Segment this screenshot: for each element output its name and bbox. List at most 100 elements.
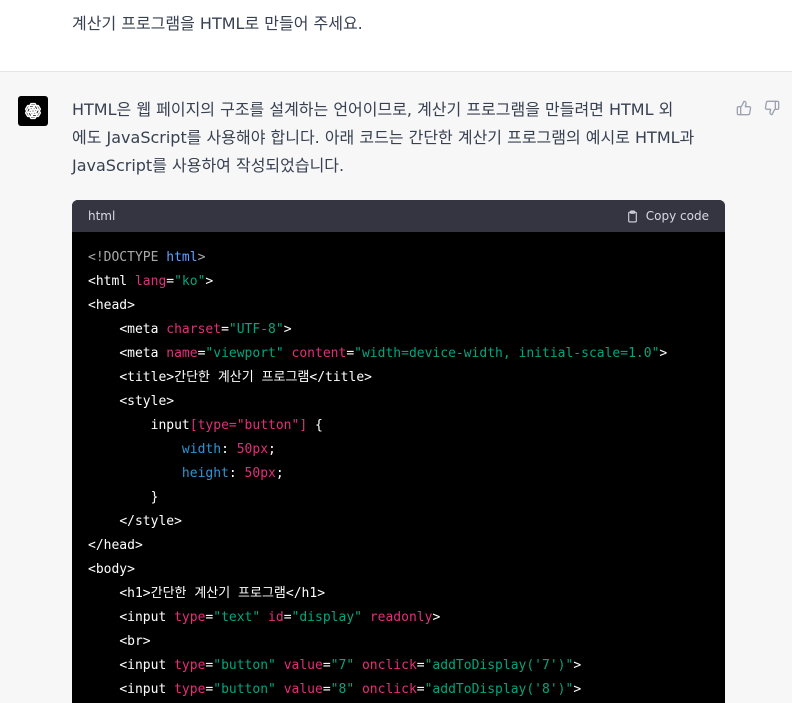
code-token: = — [166, 274, 175, 289]
code-token: = — [346, 346, 355, 361]
code-line: <h1>간단한 계산기 프로그램</h1> — [88, 582, 709, 606]
code-token: > — [205, 274, 214, 289]
thumbs-down-icon — [764, 100, 780, 116]
thumbs-down-button[interactable] — [762, 98, 782, 118]
answer-line: JavaScript를 사용하여 작성되었습니다. — [72, 156, 345, 175]
user-message-text: 계산기 프로그램을 HTML로 만들어 주세요. — [72, 14, 363, 33]
code-line: <br> — [88, 630, 709, 654]
code-token: <input — [119, 658, 175, 673]
code-token: { — [307, 418, 323, 433]
code-token: = — [283, 610, 292, 625]
thumbs-up-icon — [736, 100, 752, 116]
code-token: : — [221, 442, 237, 457]
code-token: 50px — [244, 466, 276, 481]
assistant-answer-text: HTML은 웹 페이지의 구조를 설계하는 언어이므로, 계산기 프로그램을 만… — [72, 96, 732, 180]
code-token: > — [573, 682, 582, 697]
code-token: = — [416, 682, 425, 697]
code-token: width — [181, 442, 222, 457]
code-token: > — [197, 250, 206, 265]
code-token: onclick — [361, 682, 417, 697]
code-token: </style> — [119, 514, 182, 529]
code-token: <style> — [119, 394, 175, 409]
clipboard-icon — [627, 210, 637, 222]
code-token: <input — [119, 610, 175, 625]
code-token: } — [88, 490, 159, 505]
code-token: value — [283, 658, 323, 673]
code-token: "UTF-8" — [228, 322, 284, 337]
code-token: <h1> — [119, 586, 151, 601]
code-token: id — [268, 610, 284, 625]
code-token: <title> — [119, 370, 175, 385]
code-token: content — [291, 346, 347, 361]
code-line: <!DOCTYPE html> — [88, 246, 709, 270]
code-token: "8" — [330, 682, 355, 697]
code-token: ; — [268, 442, 276, 457]
code-line: height: 50px; — [88, 462, 709, 486]
copy-code-label: Copy code — [645, 209, 709, 223]
code-token: "text" — [213, 610, 261, 625]
code-line: <style> — [88, 390, 709, 414]
openai-logo-icon — [18, 96, 48, 126]
code-token: 간단한 계산기 프로그램 — [174, 370, 310, 385]
code-token: 간단한 계산기 프로그램 — [150, 586, 286, 601]
code-token: </h1> — [285, 586, 326, 601]
code-token: > — [283, 322, 292, 337]
code-line: <input type="button" value="8" onclick="… — [88, 678, 709, 702]
code-token: [type="button"] — [189, 418, 308, 433]
code-token: lang — [134, 274, 167, 289]
code-token: ; — [275, 466, 284, 481]
code-line: width: 50px; — [88, 438, 709, 462]
code-token: name — [166, 346, 198, 361]
code-line: <html lang="ko"> — [88, 270, 709, 294]
code-line: </head> — [88, 534, 709, 558]
code-token: "viewport" — [205, 346, 284, 361]
code-token: <meta — [119, 346, 167, 361]
code-token: <html — [88, 274, 135, 289]
code-language-label: html — [88, 209, 116, 223]
code-token: "width=device-width, initial-scale=1.0" — [354, 346, 660, 361]
code-token: > — [432, 610, 441, 625]
code-token: readonly — [369, 610, 433, 625]
code-token: </title> — [309, 370, 372, 385]
code-block-header: html Copy code — [72, 200, 725, 232]
code-token: type — [174, 682, 206, 697]
code-line: <head> — [88, 294, 709, 318]
code-token: > — [573, 658, 582, 673]
code-token: <head> — [88, 298, 135, 313]
code-token: "addToDisplay('8')" — [424, 682, 574, 697]
user-message-row: 계산기 프로그램을 HTML로 만들어 주세요. — [0, 0, 792, 72]
code-token: html — [166, 250, 198, 265]
copy-code-button[interactable]: Copy code — [626, 209, 709, 223]
code-line: <meta name="viewport" content="width=dev… — [88, 342, 709, 366]
code-line: } — [88, 486, 709, 510]
code-line: <meta charset="UTF-8"> — [88, 318, 709, 342]
code-line: <body> — [88, 558, 709, 582]
code-token: "button" — [213, 682, 276, 697]
code-token: > — [659, 346, 668, 361]
code-token: <br> — [119, 634, 151, 649]
answer-line: HTML은 웹 페이지의 구조를 설계하는 언어이므로, 계산기 프로그램을 만… — [72, 100, 674, 119]
code-line: <input type="text" id="display" readonly… — [88, 606, 709, 630]
code-block: html Copy code <!DOCTYPE html> <html lang… — [72, 200, 725, 703]
code-token: "button" — [213, 658, 276, 673]
code-token: </head> — [88, 538, 143, 553]
code-token: <input — [119, 682, 175, 697]
thumbs-up-button[interactable] — [734, 98, 754, 118]
code-line: </style> — [88, 510, 709, 534]
